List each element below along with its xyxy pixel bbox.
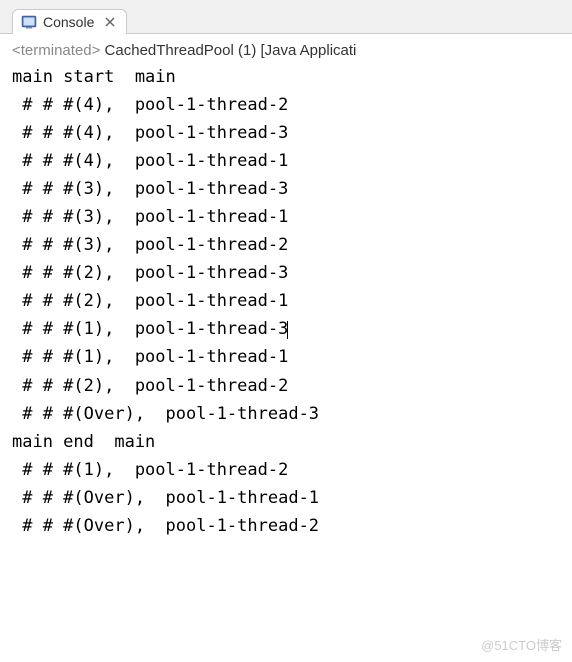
output-line: # # #(Over), pool-1-thread-1 xyxy=(12,484,562,512)
output-line: # # #(4), pool-1-thread-1 xyxy=(12,147,562,175)
terminated-label: <terminated> xyxy=(12,42,100,59)
output-line: # # #(3), pool-1-thread-3 xyxy=(12,175,562,203)
status-text: CachedThreadPool (1) [Java Applicati xyxy=(100,42,356,59)
output-line: # # #(2), pool-1-thread-3 xyxy=(12,259,562,287)
output-line: # # #(1), pool-1-thread-2 xyxy=(12,456,562,484)
console-icon xyxy=(21,14,37,30)
close-icon[interactable] xyxy=(104,16,116,28)
text-cursor xyxy=(287,321,288,339)
output-line: main end main xyxy=(12,428,562,456)
tab-bar: Console xyxy=(0,0,572,34)
tab-console[interactable]: Console xyxy=(12,9,127,34)
output-line: # # #(Over), pool-1-thread-3 xyxy=(12,400,562,428)
tab-label: Console xyxy=(43,14,94,30)
output-line: # # #(3), pool-1-thread-1 xyxy=(12,203,562,231)
output-line: # # #(1), pool-1-thread-1 xyxy=(12,343,562,371)
watermark: @51CTO博客 xyxy=(481,635,562,654)
output-line: # # #(4), pool-1-thread-2 xyxy=(12,91,562,119)
output-line: # # #(3), pool-1-thread-2 xyxy=(12,231,562,259)
output-line: # # #(4), pool-1-thread-3 xyxy=(12,119,562,147)
output-line: # # #(Over), pool-1-thread-2 xyxy=(12,512,562,540)
status-line: <terminated> CachedThreadPool (1) [Java … xyxy=(0,34,572,61)
output-line: # # #(2), pool-1-thread-2 xyxy=(12,372,562,400)
output-line: # # #(1), pool-1-thread-3 xyxy=(12,315,562,343)
output-line: main start main xyxy=(12,63,562,91)
output-line: # # #(2), pool-1-thread-1 xyxy=(12,287,562,315)
console-output[interactable]: main start main # # #(4), pool-1-thread-… xyxy=(0,61,572,550)
